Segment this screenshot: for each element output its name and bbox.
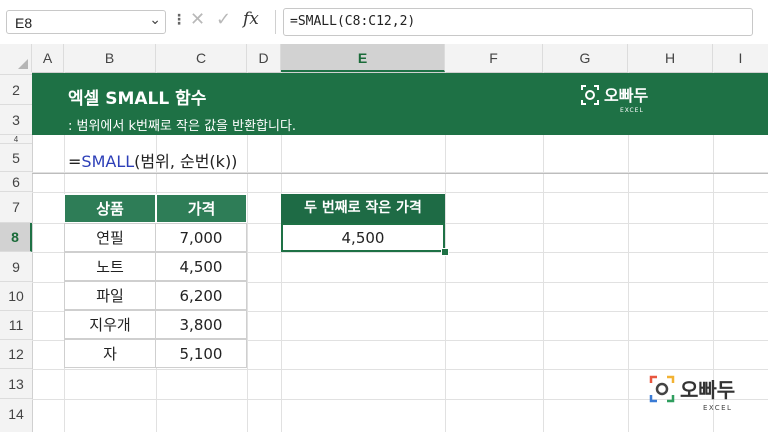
result-header[interactable]: 두 번째로 작은 가격 <box>281 194 445 223</box>
column-header-d[interactable]: D <box>247 44 281 72</box>
column-header-i[interactable]: I <box>713 44 768 72</box>
column-header-a[interactable]: A <box>32 44 64 72</box>
row-header-9[interactable]: 9 <box>0 252 32 282</box>
brand-logo: 오빠두 EXCEL <box>580 83 670 121</box>
table-cell-price[interactable]: 7,000 <box>155 223 247 252</box>
more-options-icon[interactable]: ⋮ <box>172 12 186 28</box>
chevron-down-icon[interactable]: ⌄ <box>149 12 161 28</box>
row-header-8[interactable]: 8 <box>0 223 32 252</box>
name-box[interactable]: E8 ⌄ <box>6 10 166 34</box>
row-header-11[interactable]: 11 <box>0 311 32 340</box>
row-headers: 2 3 4 5 6 7 8 9 10 11 12 13 14 <box>0 72 33 432</box>
table-header-price[interactable]: 가격 <box>156 194 247 223</box>
formula-bar-separator <box>275 10 276 34</box>
banner-title: 엑셀 SMALL 함수 <box>68 89 207 109</box>
row-header-4[interactable]: 4 <box>0 135 32 144</box>
insert-function-icon[interactable]: fx <box>243 9 259 29</box>
row-header-7[interactable]: 7 <box>0 192 32 223</box>
syntax-prefix: = <box>68 152 82 171</box>
select-all-icon <box>18 59 28 69</box>
result-cell-selected[interactable]: 4,500 <box>281 223 445 252</box>
row-header-2[interactable]: 2 <box>0 75 32 105</box>
watermark-logo: 오빠두 EXCEL <box>648 373 758 421</box>
row-header-6[interactable]: 6 <box>0 172 32 192</box>
table-cell-product[interactable]: 노트 <box>64 252 156 281</box>
table-cell-product[interactable]: 연필 <box>64 223 156 252</box>
table-cell-price[interactable]: 4,500 <box>155 252 247 281</box>
row-header-3[interactable]: 3 <box>0 105 32 135</box>
column-header-g[interactable]: G <box>543 44 628 72</box>
table-cell-price[interactable]: 5,100 <box>155 339 247 368</box>
row-header-10[interactable]: 10 <box>0 282 32 311</box>
syntax-text: =SMALL(범위, 순번(k)) <box>68 148 237 172</box>
formula-input[interactable]: =SMALL(C8:C12,2) <box>283 8 753 36</box>
gridline <box>32 369 768 370</box>
syntax-args: (범위, 순번(k)) <box>134 152 238 171</box>
table-cell-price[interactable]: 6,200 <box>155 281 247 310</box>
syntax-function: SMALL <box>81 152 135 171</box>
table-cell-product[interactable]: 자 <box>64 339 156 368</box>
row-header-5[interactable]: 5 <box>0 144 32 172</box>
syntax-underline <box>32 173 768 174</box>
table-header-product[interactable]: 상품 <box>64 194 156 223</box>
formula-bar: E8 ⌄ ⋮ ✕ ✓ fx =SMALL(C8:C12,2) <box>0 0 768 45</box>
row-header-12[interactable]: 12 <box>0 340 32 369</box>
enter-icon[interactable]: ✓ <box>216 9 231 30</box>
select-all-corner[interactable] <box>0 44 32 72</box>
row-header-13[interactable]: 13 <box>0 369 32 399</box>
table-cell-product[interactable]: 지우개 <box>64 310 156 339</box>
excel-window: E8 ⌄ ⋮ ✕ ✓ fx =SMALL(C8:C12,2) A B C D E… <box>0 0 768 432</box>
cancel-icon[interactable]: ✕ <box>190 9 205 30</box>
column-header-f[interactable]: F <box>445 44 543 72</box>
watermark-logo-text: 오빠두 <box>680 378 735 402</box>
column-header-b[interactable]: B <box>64 44 156 72</box>
watermark-logo-sub: EXCEL <box>703 404 732 412</box>
table-cell-price[interactable]: 3,800 <box>155 310 247 339</box>
brand-logo-text: 오빠두 <box>604 86 648 105</box>
brand-logo-icon: 오빠두 EXCEL <box>581 85 648 114</box>
column-header-c[interactable]: C <box>156 44 247 72</box>
table-cell-product[interactable]: 파일 <box>64 281 156 310</box>
column-header-e[interactable]: E <box>281 44 445 72</box>
title-banner: 엑셀 SMALL 함수 : 범위에서 k번째로 작은 값을 반환합니다. 오빠두… <box>32 73 768 135</box>
row-header-14[interactable]: 14 <box>0 399 32 432</box>
brand-logo-sub: EXCEL <box>620 107 644 114</box>
name-box-value: E8 <box>15 15 33 31</box>
column-header-h[interactable]: H <box>628 44 713 72</box>
watermark-logo-icon: 오빠두 EXCEL <box>649 375 735 412</box>
fill-handle[interactable] <box>441 248 449 256</box>
column-headers: A B C D E F G H I <box>0 44 768 73</box>
gridline <box>32 192 768 193</box>
banner-subtitle: : 범위에서 k번째로 작은 값을 반환합니다. <box>68 119 297 134</box>
